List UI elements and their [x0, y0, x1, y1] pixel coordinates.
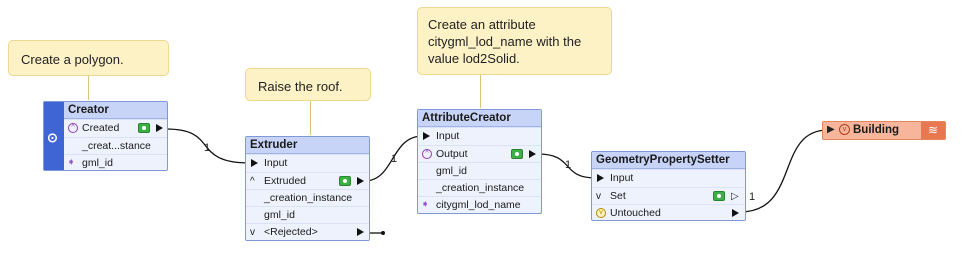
- attr-label: _creation_instance: [264, 192, 353, 204]
- extruder-port-extruded[interactable]: ^ Extruded: [246, 172, 369, 190]
- port-label: <Rejected>: [264, 226, 318, 238]
- port-label: Input: [436, 130, 460, 142]
- reader-band: ⊙: [44, 102, 64, 170]
- port-label: Output: [436, 148, 468, 160]
- inspect-eye-icon[interactable]: [138, 123, 150, 133]
- annotation-text-line: citygml_lod_name with the: [428, 34, 582, 49]
- creator-transformer[interactable]: ⊙ Creator ^ Created _creat...stance ➧ gm…: [43, 101, 168, 171]
- attributecreator-port-input[interactable]: Input: [418, 127, 541, 145]
- extruder-title[interactable]: Extruder: [246, 137, 369, 154]
- inspect-eye-icon[interactable]: [339, 176, 351, 186]
- port-type-icon: ^: [68, 123, 78, 133]
- port-type-icon: v: [596, 208, 606, 218]
- geometrypropertysetter-transformer[interactable]: GeometryPropertySetter Input v Set ▷ v U…: [591, 151, 746, 221]
- inspect-eye-icon[interactable]: [511, 149, 523, 159]
- annotation-connector: [310, 101, 311, 135]
- port-label: Input: [610, 172, 634, 184]
- annotation-create-polygon[interactable]: Create a polygon.: [8, 40, 169, 76]
- inspect-eye-icon[interactable]: [713, 191, 725, 201]
- connection-count: 1: [749, 191, 756, 203]
- annotation-text: Raise the roof.: [258, 79, 343, 94]
- creator-port-created[interactable]: ^ Created: [64, 119, 167, 137]
- extruder-attr-creation: _creation_instance: [246, 189, 369, 207]
- annotation-text-line: Create an attribute: [428, 17, 536, 32]
- attribute-arrow-icon: ➧: [67, 157, 76, 168]
- annotation-create-attribute[interactable]: Create an attribute citygml_lod_name wit…: [417, 7, 612, 75]
- attr-label: gml_id: [264, 209, 295, 221]
- expand-caret-icon[interactable]: v: [596, 188, 601, 205]
- creator-title[interactable]: Creator: [64, 102, 167, 119]
- extruder-port-rejected[interactable]: v <Rejected>: [246, 223, 369, 241]
- attr-label: _creation_instance: [436, 182, 525, 194]
- output-port-hollow-arrow-icon[interactable]: ▷: [731, 188, 739, 205]
- expand-caret-icon[interactable]: v: [250, 224, 255, 241]
- feature-type-icon: v: [839, 124, 850, 135]
- geometrypropertysetter-port-untouched[interactable]: v Untouched: [592, 204, 745, 222]
- annotation-connector: [88, 76, 89, 100]
- annotation-text-line: value lod2Solid.: [428, 51, 520, 66]
- geometrypropertysetter-title[interactable]: GeometryPropertySetter: [592, 152, 745, 169]
- annotation-text: Create a polygon.: [21, 52, 124, 67]
- port-label: Extruded: [264, 175, 307, 187]
- creator-icon: ⊙: [47, 130, 58, 145]
- port-label: Created: [82, 122, 120, 134]
- connection-count: 1: [391, 153, 398, 165]
- output-port-arrow-icon[interactable]: [732, 209, 739, 217]
- attr-label: _creat...stance: [82, 140, 151, 152]
- input-port-icon: ▶: [827, 124, 835, 135]
- input-port-icon: [251, 159, 258, 167]
- creator-attr-creation: _creat...stance: [64, 137, 167, 155]
- connection-count: 1: [204, 142, 211, 154]
- port-label: Set: [610, 190, 626, 202]
- layers-icon: ≋: [921, 122, 945, 139]
- attributecreator-title[interactable]: AttributeCreator: [418, 110, 541, 127]
- attr-label: gml_id: [82, 157, 113, 169]
- extruder-port-input[interactable]: Input: [246, 154, 369, 172]
- port-label: Untouched: [610, 207, 661, 219]
- extruder-transformer[interactable]: Extruder Input ^ Extruded _creation_inst…: [245, 136, 370, 241]
- input-port-icon: [597, 174, 604, 182]
- creator-attr-gmlid: ➧ gml_id: [64, 154, 167, 172]
- attributecreator-attr-creation: _creation_instance: [418, 179, 541, 197]
- connection-count: 1: [565, 159, 572, 171]
- attr-label: citygml_lod_name: [436, 199, 521, 211]
- writer-title[interactable]: Building: [853, 124, 899, 136]
- attributecreator-attr-lodname: ➧ citygml_lod_name: [418, 196, 541, 214]
- attr-label: gml_id: [436, 165, 467, 177]
- port-type-icon: ^: [422, 149, 432, 159]
- input-port-icon: [423, 132, 430, 140]
- attribute-arrow-icon: ➧: [421, 199, 430, 210]
- attributecreator-transformer[interactable]: AttributeCreator Input ^ Output gml_id _…: [417, 109, 542, 214]
- port-label: Input: [264, 157, 288, 169]
- building-writer[interactable]: ▶ v Building ≋: [822, 121, 946, 140]
- attributecreator-port-output[interactable]: ^ Output: [418, 145, 541, 163]
- output-port-arrow-icon[interactable]: [156, 124, 163, 132]
- annotation-connector: [480, 75, 481, 108]
- collapse-caret-icon[interactable]: ^: [250, 173, 255, 190]
- geometrypropertysetter-port-input[interactable]: Input: [592, 169, 745, 187]
- attributecreator-attr-gmlid: gml_id: [418, 162, 541, 180]
- output-port-arrow-icon[interactable]: [357, 228, 364, 236]
- output-port-arrow-icon[interactable]: [357, 177, 364, 185]
- annotation-raise-roof[interactable]: Raise the roof.: [245, 68, 371, 101]
- geometrypropertysetter-port-set[interactable]: v Set ▷: [592, 187, 745, 205]
- output-port-arrow-icon[interactable]: [529, 150, 536, 158]
- extruder-attr-gmlid: gml_id: [246, 206, 369, 224]
